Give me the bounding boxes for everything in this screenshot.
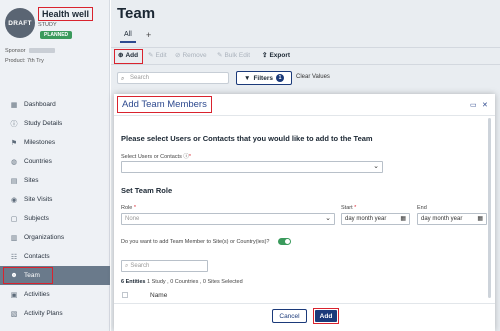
sidebar-item-activities[interactable]: ▣ Activities [0, 285, 110, 304]
select-users-label: Select Users or Contacts ⓘ* [121, 154, 192, 160]
filters-count-badge: 1 [275, 74, 284, 82]
globe-icon: ◍ [10, 158, 18, 166]
modal-prompt: Please select Users or Contacts that you… [121, 134, 373, 143]
search-icon: ⌕ [125, 263, 129, 269]
page-title: Team [117, 5, 156, 22]
document-icon: ▢ [10, 215, 18, 223]
add-team-members-modal: Add Team Members ▭ ✕ Please select Users… [114, 94, 495, 331]
modal-footer: Cancel Add [114, 303, 495, 331]
sponsor-label: Sponsor [5, 48, 26, 54]
sidebar-item-site-visits[interactable]: ◉ Site Visits [0, 190, 110, 209]
add-to-site-toggle[interactable] [278, 238, 291, 245]
building-icon: ▤ [10, 177, 18, 185]
organization-icon: ▥ [10, 234, 18, 242]
export-button[interactable]: ⇪ Export [262, 51, 290, 60]
modal-scrollbar[interactable] [488, 118, 491, 298]
team-highlight-box [3, 267, 53, 284]
sidebar-item-team[interactable]: ☻ Team [0, 266, 110, 285]
export-icon: ⇪ [262, 52, 268, 59]
plus-circle-icon: ⊕ [118, 52, 124, 59]
info-icon: ⓘ [10, 120, 18, 128]
add-button-highlight: Add [313, 308, 339, 324]
member-search-input[interactable]: ⌕ Search [121, 260, 208, 272]
draft-badge: DRAFT [5, 8, 35, 38]
pencil-icon: ✎ [148, 52, 154, 59]
entities-summary: 6 Entities 1 Study , 0 Countries , 0 Sit… [121, 279, 243, 285]
end-date-field[interactable]: day month year ▦ [417, 213, 487, 225]
start-date-field[interactable]: day month year ▦ [341, 213, 410, 225]
start-label: Start * [341, 205, 357, 211]
sidebar-nav: ▦ Dashboard ⓘ Study Details ⚑ Milestones ◍ C… [0, 95, 110, 323]
product-label: Product: 7th Try [5, 58, 44, 64]
activities-icon: ▣ [10, 291, 18, 299]
sidebar-item-study-details[interactable]: ⓘ Study Details [0, 114, 110, 133]
cancel-button[interactable]: Cancel [272, 309, 307, 323]
chevron-down-icon: ⌄ [325, 215, 331, 222]
bulk-edit-icon: ✎ [217, 52, 223, 59]
name-column-header[interactable]: Name [150, 292, 167, 299]
sidebar-item-contacts[interactable]: ☷ Contacts [0, 247, 110, 266]
end-label: End [417, 205, 427, 211]
search-icon: ⌕ [121, 76, 125, 82]
edit-button[interactable]: ✎ Edit [148, 51, 167, 60]
bulk-edit-button[interactable]: ✎ Bulk Edit [217, 51, 250, 60]
filter-icon: ▼ [244, 74, 251, 82]
chevron-down-icon: ⌄ [373, 163, 379, 170]
role-dropdown[interactable]: None ⌄ [121, 213, 335, 225]
sidebar-item-dashboard[interactable]: ▦ Dashboard [0, 95, 110, 114]
dashboard-icon: ▦ [10, 101, 18, 109]
tab-all-underline [120, 41, 136, 43]
study-title: Health well [38, 7, 94, 21]
close-icon[interactable]: ✕ [482, 101, 488, 109]
flag-icon: ⚑ [10, 139, 18, 147]
add-tab-button[interactable]: + [146, 30, 151, 40]
sponsor-row: Sponsor [5, 48, 55, 54]
sponsor-value-redacted [28, 48, 55, 54]
filters-button[interactable]: ▼ Filters 1 [236, 71, 292, 85]
search-input[interactable]: ⌕ Search [117, 72, 229, 84]
calendar-icon: ▦ [477, 216, 483, 222]
role-label: Role * [121, 205, 136, 211]
sidebar-item-milestones[interactable]: ⚑ Milestones [0, 133, 110, 152]
sidebar-item-organizations[interactable]: ▥ Organizations [0, 228, 110, 247]
visit-icon: ◉ [10, 196, 18, 204]
modal-title: Add Team Members [117, 96, 212, 113]
plans-icon: ▧ [10, 310, 18, 318]
select-users-dropdown[interactable]: ⌄ [121, 161, 383, 173]
select-all-checkbox[interactable] [122, 292, 128, 298]
sidebar-item-activity-plans[interactable]: ▧ Activity Plans [0, 304, 110, 323]
add-to-site-question: Do you want to add Team Member to Site(s… [121, 239, 270, 245]
remove-button[interactable]: ⊘ Remove [175, 51, 207, 60]
calendar-icon: ▦ [400, 216, 406, 222]
toolbar: ⊕ Add ✎ Edit ⊘ Remove ✎ Bulk Edit ⇪ Export [111, 47, 500, 65]
maximize-icon[interactable]: ▭ [470, 101, 477, 109]
sidebar-item-subjects[interactable]: ▢ Subjects [0, 209, 110, 228]
tab-all[interactable]: All [124, 31, 132, 38]
status-badge: PLANNED [40, 31, 73, 39]
remove-icon: ⊘ [175, 52, 181, 59]
clear-values-link[interactable]: Clear Values [296, 74, 330, 80]
sidebar-item-countries[interactable]: ◍ Countries [0, 152, 110, 171]
add-button[interactable]: ⊕ Add [118, 51, 138, 60]
study-subtitle: STUDY [38, 22, 57, 28]
set-team-role-heading: Set Team Role [121, 186, 173, 195]
sidebar: DRAFT Health well STUDY PLANNED Sponsor … [0, 0, 110, 331]
modal-add-button[interactable]: Add [315, 310, 337, 322]
sidebar-item-sites[interactable]: ▤ Sites [0, 171, 110, 190]
contacts-icon: ☷ [10, 253, 18, 261]
modal-divider [114, 115, 495, 116]
